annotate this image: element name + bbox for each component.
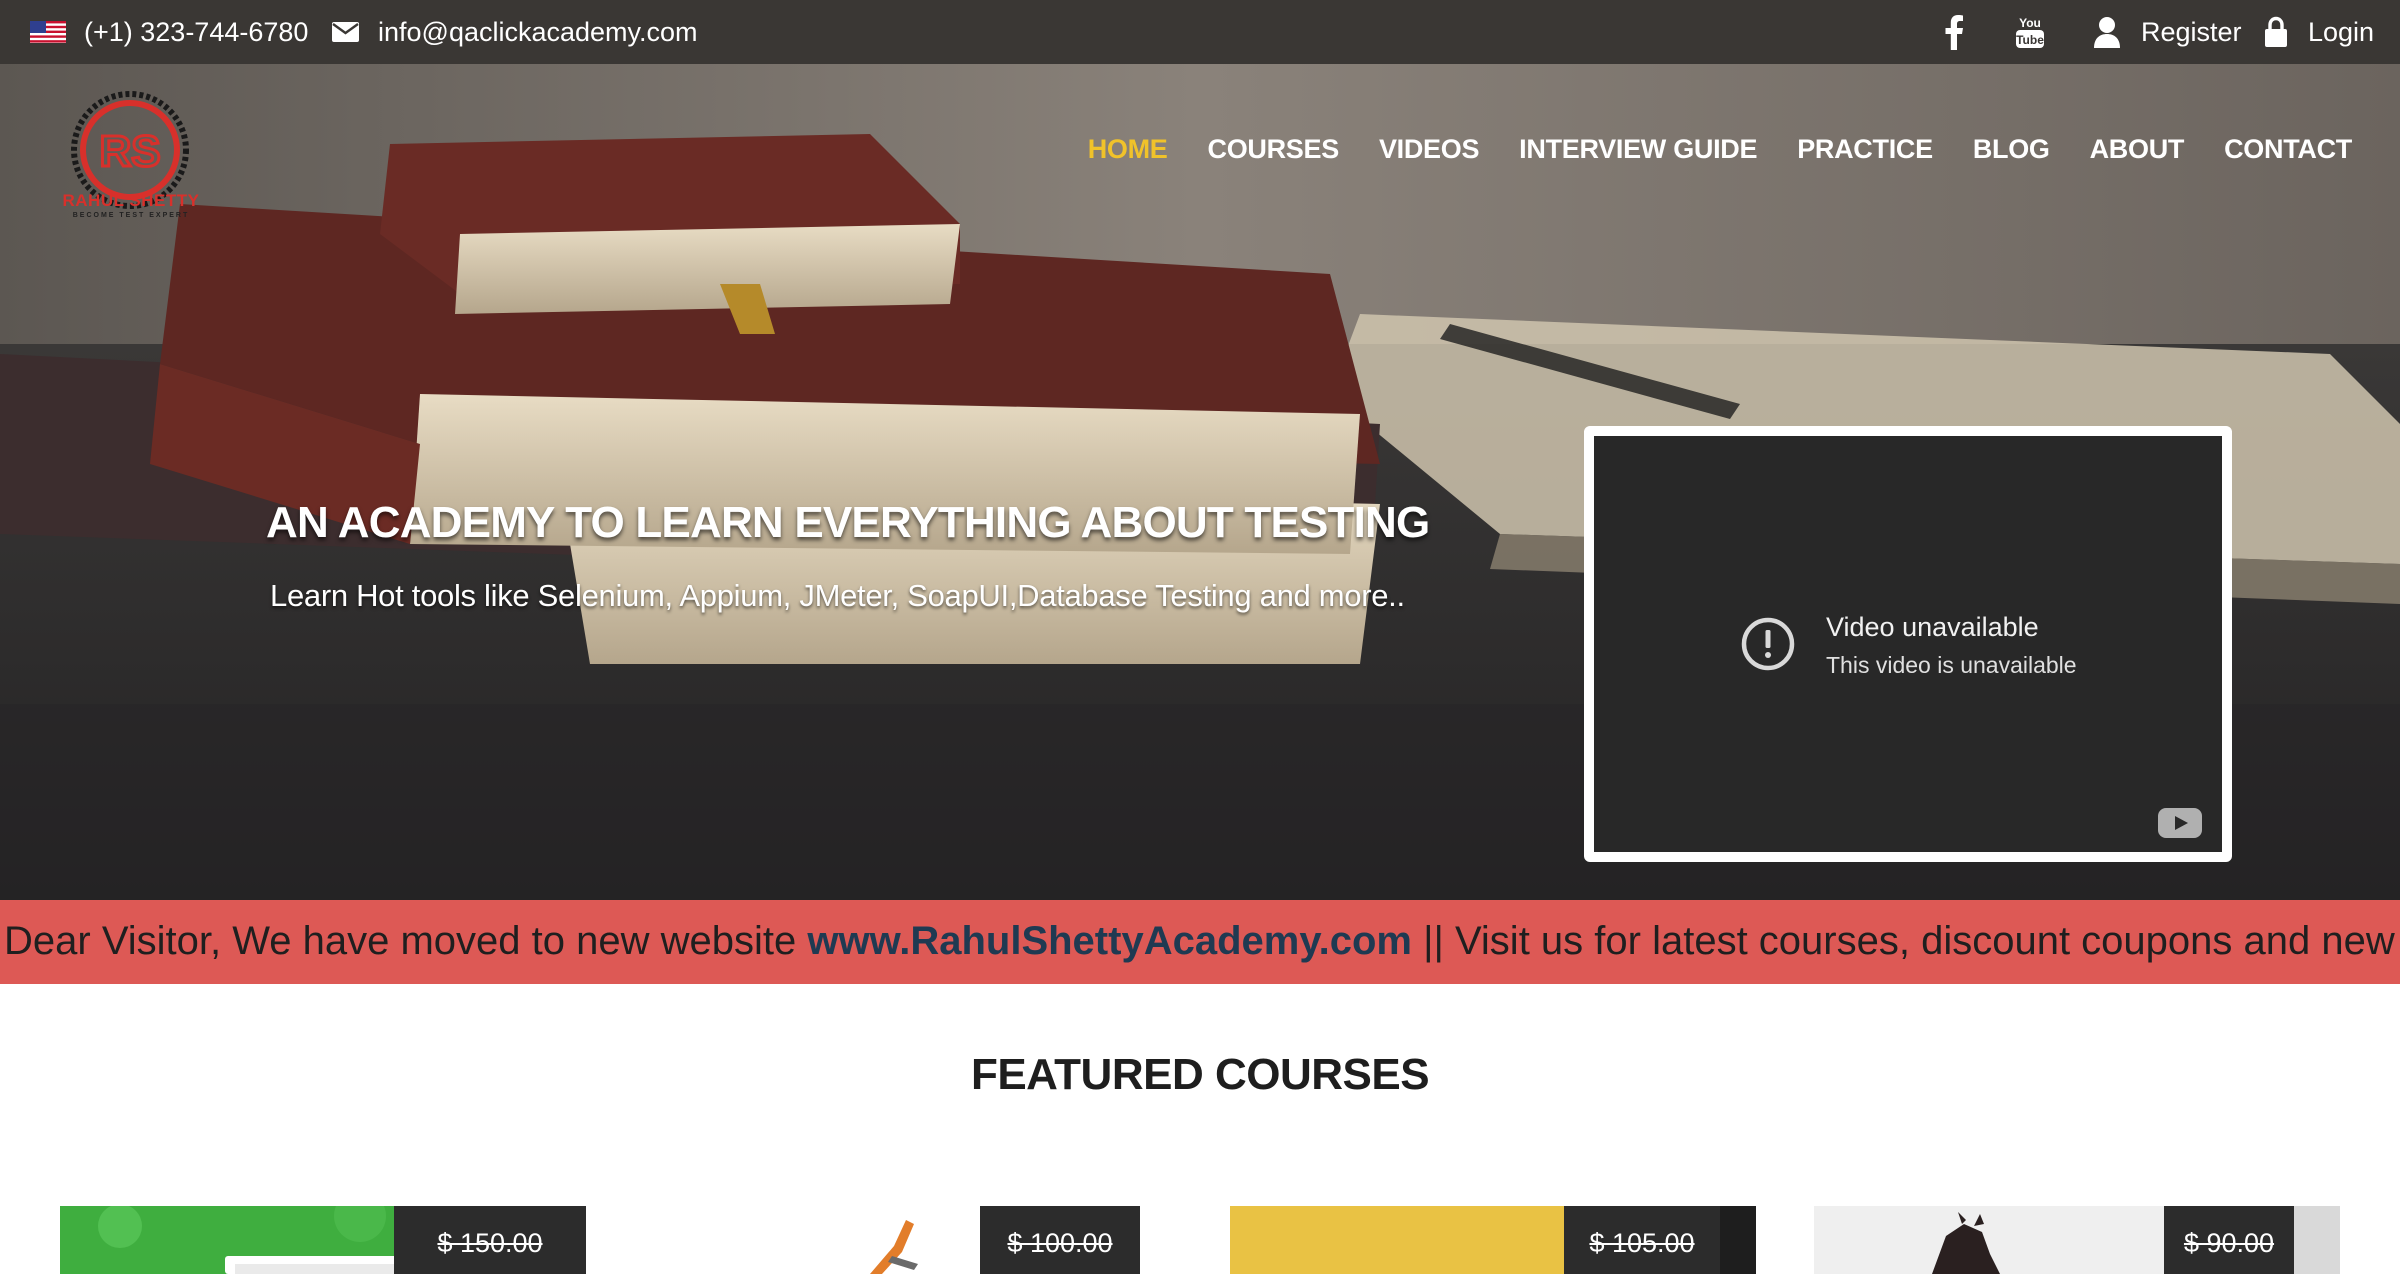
nav-home[interactable]: HOME xyxy=(1088,132,1168,166)
course-price: $ 105.00 xyxy=(1564,1206,1720,1274)
nav-blog[interactable]: BLOG xyxy=(1973,132,2050,166)
nav-videos[interactable]: VIDEOS xyxy=(1379,132,1480,166)
marquee-text: Dear Visitor, We have moved to new websi… xyxy=(4,916,2400,966)
announcement-marquee: Dear Visitor, We have moved to new websi… xyxy=(0,900,2400,984)
login-link[interactable]: Login xyxy=(2308,16,2374,48)
user-icon xyxy=(2094,17,2120,48)
top-bar: (+1) 323-744-6780 info@qaclickacademy.co… xyxy=(0,0,2400,64)
mail-icon xyxy=(332,22,359,42)
nav-courses[interactable]: COURSES xyxy=(1208,132,1340,166)
phone-number: (+1) 323-744-6780 xyxy=(84,17,309,47)
main-nav: HOME COURSES VIDEOS INTERVIEW GUIDE PRAC… xyxy=(1048,132,2353,166)
hero-title: AN ACADEMY TO LEARN EVERYTHING ABOUT TES… xyxy=(266,498,1430,547)
hero-subtitle: Learn Hot tools like Selenium, Appium, J… xyxy=(270,578,1405,613)
video-player[interactable]: Video unavailable This video is unavaila… xyxy=(1584,426,2232,862)
register-link[interactable]: Register xyxy=(2141,16,2242,48)
us-flag-icon xyxy=(30,21,66,43)
course-card[interactable]: $ 90.00 xyxy=(1814,1206,2340,1274)
logo-tagline: BECOME TEST EXPERT xyxy=(72,212,190,219)
new-website-link[interactable]: www.RahulShettyAcademy.com xyxy=(807,919,1412,963)
course-card[interactable]: $ 150.00 xyxy=(60,1206,586,1274)
svg-text:Tube: Tube xyxy=(2016,33,2044,47)
lock-icon xyxy=(2265,16,2287,47)
course-price: $ 90.00 xyxy=(2164,1206,2294,1274)
course-price: $ 100.00 xyxy=(980,1206,1140,1274)
course-card[interactable]: $ 105.00 xyxy=(1230,1206,1756,1274)
nav-interview-guide[interactable]: INTERVIEW GUIDE xyxy=(1519,132,1757,166)
marquee-prefix: Dear Visitor, We have moved to new websi… xyxy=(4,919,808,963)
youtube-logo-icon[interactable] xyxy=(2158,808,2202,838)
logo-text: RAHUL SHETTY xyxy=(62,191,200,210)
marquee-suffix: || Visit us for latest courses, discount… xyxy=(1411,919,2400,963)
facebook-icon[interactable] xyxy=(1944,14,1964,50)
course-card[interactable]: $ 100.00 xyxy=(644,1206,1140,1274)
nav-about[interactable]: ABOUT xyxy=(2090,132,2185,166)
svg-text:You: You xyxy=(2019,16,2041,30)
course-price: $ 150.00 xyxy=(394,1206,586,1274)
email-link[interactable]: info@qaclickacademy.com xyxy=(378,16,698,48)
video-unavailable-message: This video is unavailable xyxy=(1826,652,2077,678)
hero-section: RS RAHUL SHETTY BECOME TEST EXPERT HOME … xyxy=(0,64,2400,900)
nav-contact[interactable]: CONTACT xyxy=(2224,132,2352,166)
video-unavailable-title: Video unavailable xyxy=(1826,612,2039,642)
youtube-icon[interactable]: You Tube xyxy=(2014,14,2046,50)
svg-text:RS: RS xyxy=(99,127,160,176)
warning-icon xyxy=(1741,617,1795,671)
nav-practice[interactable]: PRACTICE xyxy=(1797,132,1933,166)
featured-courses-title: FEATURED COURSES xyxy=(970,1050,1430,1099)
